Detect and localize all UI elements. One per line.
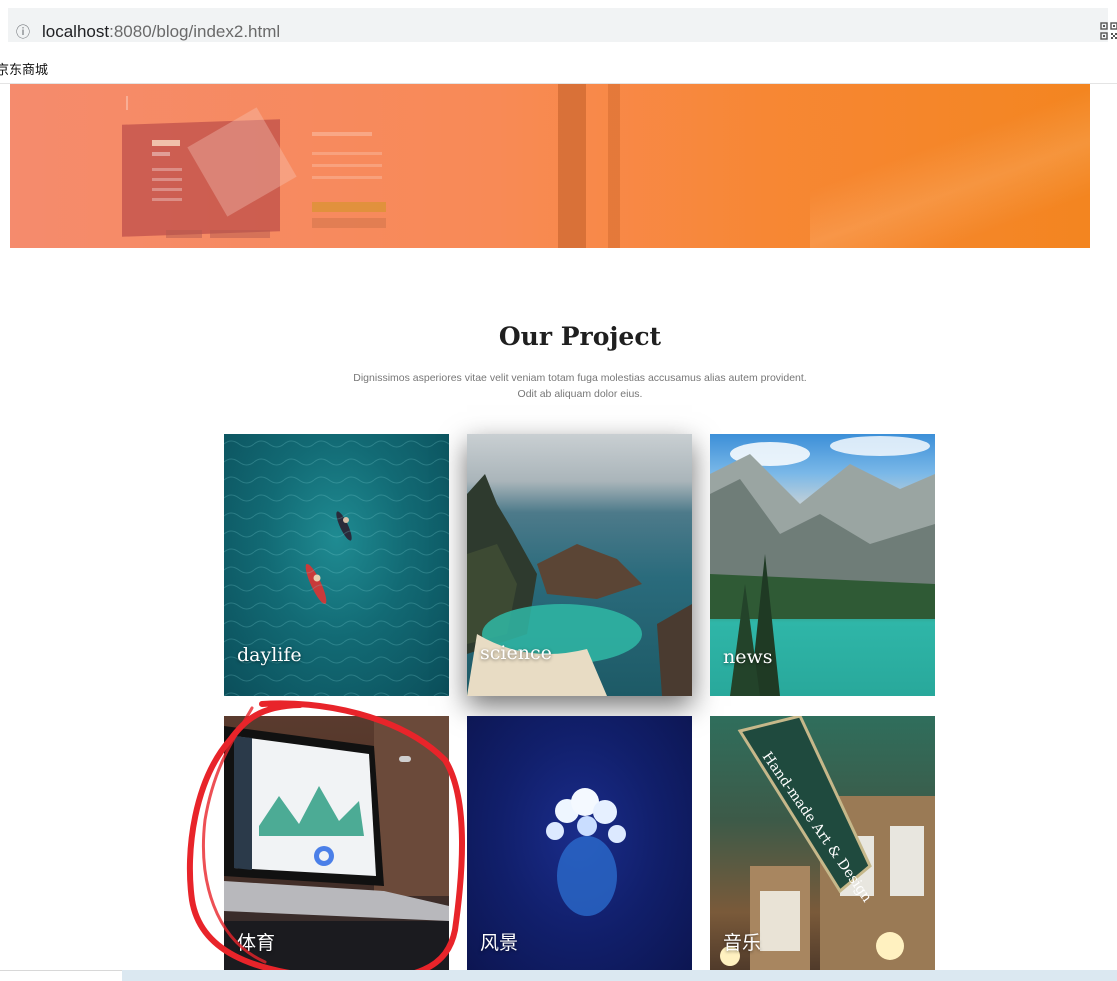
url-text[interactable]: localhost:8080/blog/index2.html [42,22,280,42]
page-footer-strip [122,970,1117,981]
project-card-daylife[interactable]: daylife [224,434,449,696]
section-description: Dignissimos asperiores vitae velit venia… [353,372,807,400]
project-card-science[interactable]: science [467,434,692,696]
hero-mockup-graphic [126,96,386,238]
project-card-music[interactable]: Hand-made Art & Design 音乐 [710,716,935,978]
card-label: news [723,646,773,668]
project-card-news[interactable]: news [710,434,935,696]
card-label: daylife [237,644,302,666]
hero-pillar [608,84,620,248]
qr-code-icon[interactable] [1100,22,1117,40]
site-info-icon[interactable]: ⓘ [16,22,30,42]
browser-toolbar: ⓘ localhost:8080/blog/index2.html [0,0,1117,44]
section-title: Our Project [498,322,662,351]
card-label: 风景 [480,932,519,954]
bookmark-jd[interactable]: 京东商城 [0,59,48,78]
card-label: science [480,642,552,664]
card-label: 体育 [237,932,276,954]
url-path: :8080/blog/index2.html [109,22,281,41]
hero-banner [10,84,1090,248]
page-bottom-left [0,970,122,981]
bookmarks-bar: 京东商城 [0,52,1117,84]
hero-light [810,84,1090,248]
project-card-sports[interactable]: 体育 [224,716,449,978]
url-host: localhost [42,22,110,41]
project-card-scenery[interactable]: 风景 [467,716,692,978]
address-bar[interactable]: ⓘ localhost:8080/blog/index2.html [8,8,1117,42]
card-label: 音乐 [723,932,762,954]
hero-pillar [558,84,586,248]
